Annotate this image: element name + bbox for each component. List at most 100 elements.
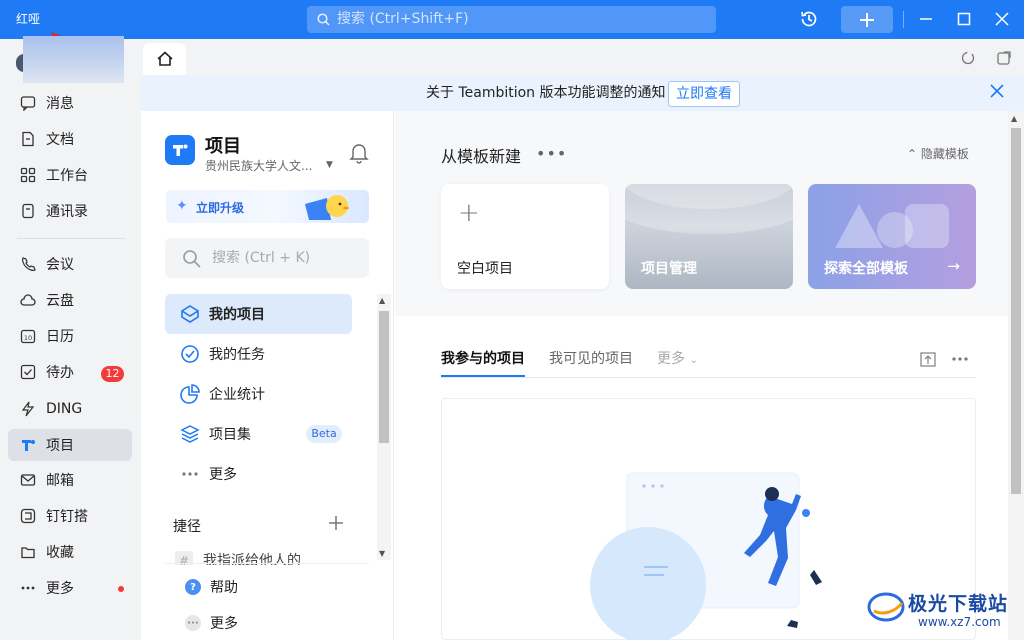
template-title: 从模板新建: [441, 147, 522, 166]
bottom-divider: [165, 563, 369, 564]
favorites-icon: [19, 543, 37, 561]
tab-strip: [141, 39, 1024, 75]
tab-joined-projects[interactable]: 我参与的项目: [441, 348, 525, 368]
hide-templates-link[interactable]: ⌃ 隐藏模板: [907, 145, 969, 162]
project-set-icon: [180, 424, 200, 444]
builder-icon: [19, 507, 37, 525]
scroll-up-icon[interactable]: ▲: [1011, 114, 1017, 123]
workbench-icon: [19, 166, 37, 184]
nav-item-meeting[interactable]: 会议: [8, 248, 132, 280]
open-external-icon[interactable]: [996, 50, 1012, 66]
mail-icon: [19, 471, 37, 489]
menu-my-projects[interactable]: 我的项目: [165, 294, 352, 334]
sparkle-icon: ✦: [176, 198, 188, 214]
nav-item-project[interactable]: 项目: [8, 429, 132, 461]
help-label: 帮助: [210, 580, 238, 596]
project-search-input[interactable]: 搜索 (Ctrl + K): [165, 238, 369, 278]
close-icon[interactable]: [991, 8, 1013, 30]
main-scrollbar-thumb[interactable]: [1011, 128, 1021, 494]
minimize-icon[interactable]: [915, 8, 937, 30]
nav-item-builder[interactable]: 钉钉搭: [8, 500, 132, 532]
nav-item-favorites[interactable]: 收藏: [8, 536, 132, 568]
scroll-down-icon[interactable]: ▼: [379, 549, 385, 558]
blank-project-card[interactable]: + 空白项目: [441, 184, 609, 289]
nav-item-messages[interactable]: 消息: [8, 87, 132, 119]
nav-label: 项目: [46, 438, 74, 454]
svg-text:10: 10: [24, 334, 32, 342]
watermark-logo: [867, 592, 905, 622]
tabs-divider: [441, 377, 976, 378]
cloud-icon: [19, 291, 37, 309]
nav-divider: [17, 238, 125, 239]
calendar-icon: 10: [19, 327, 37, 345]
search-icon: [183, 250, 201, 268]
home-icon: [156, 51, 173, 66]
list-more-icon[interactable]: [951, 350, 969, 368]
ding-icon: [19, 400, 37, 418]
export-icon[interactable]: [919, 350, 937, 368]
tab-more[interactable]: 更多 ⌄: [657, 348, 698, 368]
nav-label: 通讯录: [46, 204, 88, 220]
hide-templates-label: 隐藏模板: [920, 147, 969, 161]
nav-label: 待办: [46, 365, 74, 381]
app-badge: 红哑: [16, 12, 41, 26]
nav-label: 文档: [46, 132, 74, 148]
notice-text: 关于 Teambition 版本功能调整的通知: [426, 85, 666, 101]
nav-item-more[interactable]: 更多: [8, 572, 132, 604]
add-button[interactable]: [841, 6, 893, 33]
search-placeholder: 搜索 (Ctrl+Shift+F): [337, 11, 469, 27]
nav-item-mail[interactable]: 邮箱: [8, 464, 132, 496]
add-shortcut-icon[interactable]: [327, 514, 345, 532]
template-more-icon[interactable]: •••: [536, 144, 567, 163]
nav-item-workbench[interactable]: 工作台: [8, 159, 132, 191]
bottom-more-item[interactable]: ··· 更多: [185, 613, 238, 633]
nav-item-calendar[interactable]: 10 日历: [8, 320, 132, 352]
home-tab[interactable]: [143, 43, 186, 75]
menu-enterprise-stats[interactable]: 企业统计: [165, 374, 352, 414]
nav-label: DING: [46, 401, 83, 417]
refresh-icon[interactable]: [960, 50, 976, 66]
tab-more-label: 更多: [657, 351, 685, 367]
nav-label: 更多: [46, 581, 74, 597]
chevron-down-icon[interactable]: ▼: [326, 160, 333, 170]
more-icon: [19, 579, 37, 597]
titlebar-divider: [903, 11, 904, 28]
notice-view-button[interactable]: 立即查看: [668, 81, 740, 107]
menu-label: 更多: [209, 467, 237, 483]
card-label: 空白项目: [457, 261, 513, 277]
nav-item-contacts[interactable]: 通讯录: [8, 195, 132, 227]
menu-my-tasks[interactable]: 我的任务: [165, 334, 352, 374]
search-icon: [317, 13, 330, 26]
tab-visible-projects[interactable]: 我可见的项目: [549, 348, 633, 368]
nav-item-ding[interactable]: DING: [8, 393, 132, 425]
menu-more[interactable]: 更多: [165, 454, 352, 494]
stats-icon: [180, 384, 200, 404]
scroll-up-icon[interactable]: ▲: [379, 296, 385, 305]
watermark-text: 极光下载站: [908, 593, 1009, 615]
mascot-illustration: [305, 195, 349, 220]
history-icon[interactable]: [798, 8, 820, 30]
nav-item-cloud[interactable]: 云盘: [8, 284, 132, 316]
scrollbar-thumb[interactable]: [379, 311, 389, 443]
blurred-profile: [23, 36, 124, 83]
menu-label: 我的项目: [209, 307, 265, 323]
menu-label: 我的任务: [209, 347, 265, 363]
project-management-card[interactable]: 项目管理: [625, 184, 793, 289]
help-item[interactable]: ? 帮助: [185, 577, 238, 597]
nav-item-docs[interactable]: 文档: [8, 123, 132, 155]
explore-templates-card[interactable]: 探索全部模板 →: [808, 184, 976, 289]
bell-icon[interactable]: [349, 142, 369, 164]
plus-icon: +: [458, 198, 480, 228]
org-name[interactable]: 贵州民族大学人文...: [205, 157, 312, 174]
document-icon: [19, 130, 37, 148]
shapes-decoration: [835, 204, 949, 248]
notice-close-icon[interactable]: [989, 83, 1005, 99]
global-search-input[interactable]: 搜索 (Ctrl+Shift+F): [307, 6, 716, 33]
menu-label: 企业统计: [209, 387, 265, 403]
maximize-icon[interactable]: [953, 8, 975, 30]
arrow-right-icon: →: [947, 257, 960, 275]
beta-badge: Beta: [306, 425, 342, 443]
project-panel-title: 项目: [205, 136, 241, 157]
chevron-up-icon: ⌃: [907, 147, 921, 161]
my-tasks-icon: [180, 344, 200, 364]
